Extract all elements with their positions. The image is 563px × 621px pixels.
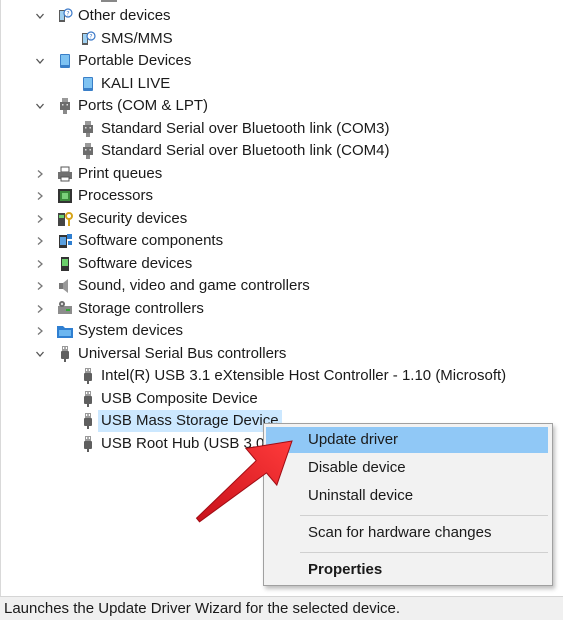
chevron-right-icon[interactable]	[33, 257, 47, 271]
tree-item-label: Other devices	[78, 7, 171, 24]
system-folder-icon	[56, 322, 74, 340]
tree-item-label: Intel(R) USB 3.1 eXtensible Host Control…	[101, 367, 507, 384]
tree-item-label: Storage controllers	[78, 299, 204, 317]
tree-item[interactable]: Ports (COM & LPT)	[1, 95, 561, 117]
port-icon	[79, 142, 97, 160]
tree-item[interactable]: Standard Serial over Bluetooth link (COM…	[1, 118, 561, 140]
tree-item-label: USB Composite Device	[101, 389, 258, 407]
usb-icon	[79, 412, 97, 430]
tree-item-label: Processors	[78, 187, 154, 204]
context-menu: Update driver Disable device Uninstall dev…	[263, 423, 553, 586]
tree-item[interactable]: Universal Serial Bus controllers	[1, 343, 561, 365]
chevron-right-icon[interactable]	[33, 212, 47, 226]
port-icon	[79, 120, 97, 138]
menu-item-properties[interactable]: Properties	[266, 557, 548, 583]
port-icon	[56, 97, 74, 115]
tree-item-label: System devices	[78, 322, 184, 339]
unknown-device-icon: ?	[56, 7, 74, 25]
status-text: Launches the Update Driver Wizard for th…	[4, 600, 401, 617]
tree-item-label: USB Root Hub (USB 3.0)	[101, 434, 270, 452]
chevron-down-icon[interactable]	[33, 347, 47, 361]
usb-icon	[56, 345, 74, 363]
tree-item[interactable]: Security devices	[1, 208, 561, 230]
software-component-icon	[56, 232, 74, 250]
chevron-right-icon[interactable]	[33, 234, 47, 248]
tree-item-label: USB Mass Storage Device	[98, 410, 282, 432]
usb-icon	[79, 390, 97, 408]
tree-item-label: Universal Serial Bus controllers	[78, 344, 287, 362]
chevron-right-icon[interactable]	[33, 324, 47, 338]
tree-item-label: Ports (COM & LPT)	[78, 97, 209, 114]
chevron-right-icon[interactable]	[33, 302, 47, 316]
svg-text:?: ?	[66, 11, 69, 18]
usb-icon	[79, 435, 97, 453]
tree-item-label: Sound, video and game controllers	[78, 277, 310, 294]
tree-item-label: Standard Serial over Bluetooth link (COM…	[101, 119, 390, 137]
tree-item[interactable]: Processors	[1, 185, 561, 207]
tree-item[interactable]: Software components	[1, 230, 561, 252]
svg-text:?: ?	[89, 33, 92, 40]
tree-item-label: Standard Serial over Bluetooth link (COM…	[101, 142, 390, 159]
tree-item[interactable]: Print queues	[1, 163, 561, 185]
tree-item[interactable]: Standard Serial over Bluetooth link (COM…	[1, 140, 561, 162]
tree-item-label: Portable Devices	[78, 52, 192, 69]
unknown-device-icon: ?	[79, 30, 97, 48]
tree-item[interactable]: Portable Devices	[1, 50, 561, 72]
tree-item-label: KALI LIVE	[101, 74, 171, 92]
chevron-right-icon[interactable]	[33, 189, 47, 203]
chevron-down-icon[interactable]	[33, 54, 47, 68]
menu-item-disable-device[interactable]: Disable device	[266, 455, 548, 481]
menu-item-update-driver[interactable]: Update driver	[266, 427, 548, 453]
tree-item[interactable]: Intel(R) USB 3.1 eXtensible Host Control…	[1, 365, 561, 387]
tree-item[interactable]: KALI LIVE	[1, 73, 561, 95]
chevron-down-icon[interactable]	[33, 99, 47, 113]
tree-item-label: Security devices	[78, 209, 188, 227]
tree-item[interactable]: Storage controllers	[1, 298, 561, 320]
chevron-down-icon[interactable]	[33, 9, 47, 23]
tree-item[interactable]: ? SMS/MMS	[1, 28, 561, 50]
tree-item[interactable]: System devices	[1, 320, 561, 342]
menu-item-scan-for-hardware-changes[interactable]: Scan for hardware changes	[266, 520, 548, 546]
software-device-icon	[56, 255, 74, 273]
menu-item-uninstall-device[interactable]: Uninstall device	[266, 483, 548, 509]
usb-icon	[79, 367, 97, 385]
chevron-right-icon[interactable]	[33, 279, 47, 293]
tree-item[interactable]: Software devices	[1, 253, 561, 275]
menu-separator	[300, 552, 548, 553]
processor-icon	[56, 187, 74, 205]
portable-device-icon	[56, 52, 74, 70]
tree-item-label: Software devices	[78, 254, 193, 272]
tree-item[interactable]: Sound, video and game controllers	[1, 275, 561, 297]
printer-icon	[56, 165, 74, 183]
menu-separator	[300, 515, 548, 516]
tree-item-label: Software components	[78, 232, 224, 249]
portable-device-icon	[79, 75, 97, 93]
tree-item[interactable]: ? Other devices	[1, 5, 561, 27]
status-bar: Launches the Update Driver Wizard for th…	[0, 596, 563, 620]
storage-controller-icon	[56, 300, 74, 318]
tree-item-label: SMS/MMS	[101, 29, 173, 47]
chevron-right-icon[interactable]	[33, 167, 47, 181]
tree-item[interactable]: USB Composite Device	[1, 388, 561, 410]
tree-item-label: Print queues	[78, 164, 163, 182]
partially-visible-row	[101, 0, 211, 3]
speaker-icon	[56, 277, 74, 295]
security-device-icon	[56, 210, 74, 228]
